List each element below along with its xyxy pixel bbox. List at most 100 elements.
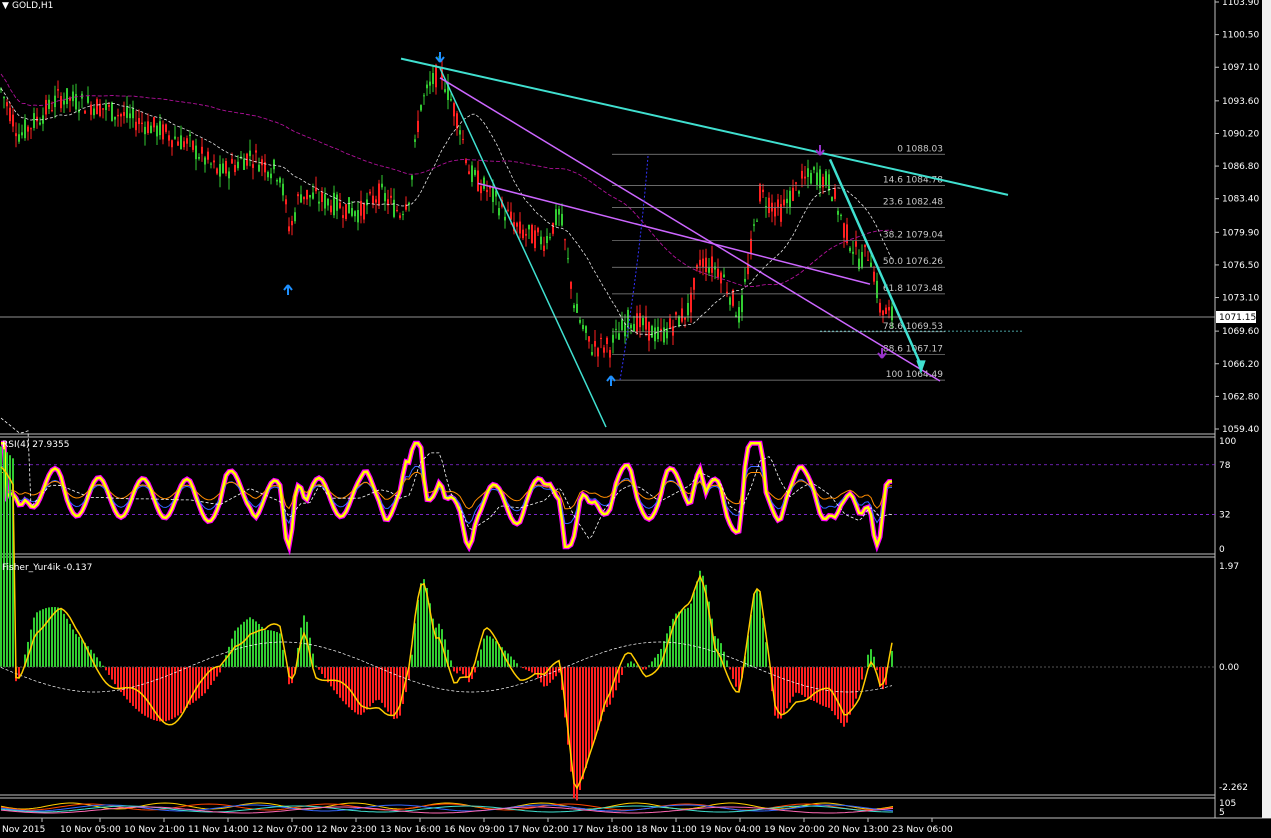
fisher-histogram-bar xyxy=(495,641,497,667)
candle-body xyxy=(402,214,404,216)
up-arrow-icon xyxy=(606,375,616,386)
fib-level-label: 78.6 1069.53 xyxy=(883,322,943,332)
candle-body xyxy=(558,208,560,215)
candle-body xyxy=(471,165,473,182)
candle-body xyxy=(525,233,527,236)
candle-body xyxy=(135,121,137,131)
fisher-histogram-bar xyxy=(627,663,629,667)
candle-body xyxy=(645,316,647,330)
fisher-histogram-bar xyxy=(786,667,788,709)
fisher-histogram-bar xyxy=(303,615,305,667)
candle-body xyxy=(609,349,611,358)
candle-body xyxy=(252,164,254,168)
candle-body xyxy=(351,208,353,216)
candle-body xyxy=(621,319,623,331)
rsi-tick-label: 78 xyxy=(1219,461,1231,471)
candle-body xyxy=(21,132,23,136)
trendline-violet-2 xyxy=(477,182,871,285)
candle-body xyxy=(408,202,410,205)
candle-body xyxy=(570,282,572,289)
candle-body xyxy=(108,105,110,107)
candle-body xyxy=(798,191,800,194)
fisher-histogram-bar xyxy=(489,636,491,667)
fisher-histogram-bar xyxy=(42,609,44,667)
fisher-histogram-bar xyxy=(543,667,545,687)
fisher-histogram-bar xyxy=(696,581,698,667)
fisher-histogram-bar xyxy=(651,661,653,667)
fisher-histogram-bar xyxy=(420,583,422,667)
candle-body xyxy=(606,337,608,344)
chart-menu-arrow-icon[interactable]: ▼ xyxy=(2,1,9,11)
fisher-histogram-bar xyxy=(528,667,530,671)
fisher-histogram-bar xyxy=(324,667,326,679)
fisher-histogram-bar xyxy=(849,667,851,715)
candle-body xyxy=(429,81,431,86)
candle-body xyxy=(864,244,866,248)
candle-body xyxy=(672,326,674,336)
fisher-histogram-bar xyxy=(534,667,536,675)
fisher-histogram-bar xyxy=(390,667,392,716)
fisher-histogram-bar xyxy=(867,654,869,667)
candle-body xyxy=(174,136,176,139)
fisher-histogram-bar xyxy=(798,667,800,694)
time-tick-label: 20 Nov 13:00 xyxy=(828,825,889,835)
candle-body xyxy=(216,168,218,174)
main-price-panel[interactable]: 0 1088.03 14.6 1084.78 23.6 1082.48 38.2 10… xyxy=(0,52,1022,428)
candle-body xyxy=(123,112,125,116)
fisher-histogram-bar xyxy=(96,657,98,667)
fisher-histogram-bar xyxy=(678,611,680,667)
candle-body xyxy=(792,187,794,201)
candle-body xyxy=(615,328,617,330)
time-tick-label: 13 Nov 16:00 xyxy=(380,825,441,835)
candle-body xyxy=(144,126,146,135)
candle-body xyxy=(258,164,260,172)
candle-body xyxy=(177,141,179,146)
candle-body xyxy=(504,216,506,221)
candle-body xyxy=(417,120,419,133)
candle-body xyxy=(171,140,173,148)
fisher-histogram-bar xyxy=(354,667,356,713)
fisher-histogram-bar xyxy=(759,593,761,667)
candle-body xyxy=(543,245,545,251)
candle-body xyxy=(303,196,305,200)
candle-body xyxy=(807,168,809,178)
fisher-histogram-bar xyxy=(123,667,125,696)
fisher-histogram-bar xyxy=(138,667,140,712)
fisher-histogram-bar xyxy=(60,609,62,667)
candle-body xyxy=(180,135,182,150)
fisher-histogram-bar xyxy=(114,667,116,685)
candle-body xyxy=(840,214,842,217)
fisher-histogram-bar xyxy=(360,667,362,715)
fisher-histogram-bar xyxy=(576,667,578,801)
fisher-histogram-bar xyxy=(411,654,413,667)
candle-body xyxy=(708,267,710,273)
rsi-glow-line xyxy=(1,440,893,556)
fisher-histogram-bar xyxy=(276,632,278,667)
fib-level-label: 50.0 1076.26 xyxy=(883,257,943,267)
fisher-histogram-bar xyxy=(762,617,764,667)
candle-body xyxy=(129,113,131,119)
fisher-histogram-bar xyxy=(147,667,149,718)
candle-body xyxy=(279,177,281,183)
bottom-indicator-panel[interactable] xyxy=(0,802,894,814)
candle-body xyxy=(3,96,5,99)
fisher-histogram-bar xyxy=(378,667,380,700)
fisher-histogram-bar xyxy=(807,667,809,699)
fisher-histogram-bar xyxy=(642,667,644,670)
candle-body xyxy=(561,213,563,226)
trading-chart[interactable]: 0 1088.03 14.6 1084.78 23.6 1082.48 38.2 10… xyxy=(0,0,1271,838)
fisher-histogram-bar xyxy=(384,667,386,708)
fisher-histogram-bar xyxy=(438,623,440,667)
fisher-histogram-bar xyxy=(795,667,797,693)
candle-body xyxy=(795,182,797,184)
trendline-channel xyxy=(439,67,607,428)
candle-body xyxy=(96,99,98,115)
candle-body xyxy=(243,158,245,170)
candle-body xyxy=(588,336,590,342)
fisher-histogram-bar xyxy=(687,607,689,667)
candle-body xyxy=(744,278,746,282)
fisher-histogram-bar xyxy=(594,667,596,740)
candle-body xyxy=(507,209,509,211)
candle-body xyxy=(810,172,812,184)
candle-body xyxy=(618,333,620,340)
